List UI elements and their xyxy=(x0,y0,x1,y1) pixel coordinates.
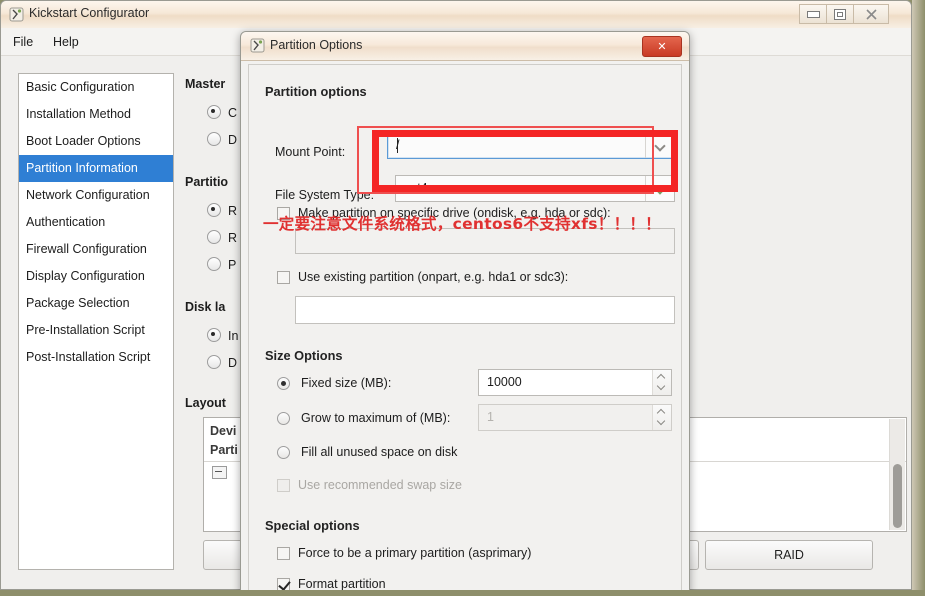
disk-option-1[interactable]: In xyxy=(207,328,238,343)
fixed-size-label: Fixed size (MB): xyxy=(301,376,392,390)
kickstart-icon xyxy=(9,7,24,22)
radio-icon xyxy=(207,132,221,146)
scrollbar-thumb[interactable] xyxy=(893,464,902,528)
stepper-up-icon[interactable] xyxy=(658,409,666,417)
fixed-size-value: 10000 xyxy=(487,375,522,389)
asprimary-checkbox[interactable] xyxy=(277,547,290,560)
minimize-icon xyxy=(800,5,826,23)
mount-point-value: / xyxy=(396,138,400,152)
grow-to-maximum-label: Grow to maximum of (MB): xyxy=(301,411,451,425)
group-heading-partition: Partitio xyxy=(185,175,229,189)
raid-button[interactable]: RAID xyxy=(705,540,873,570)
grow-to-maximum-stepper[interactable] xyxy=(652,405,671,430)
grow-to-maximum-value: 1 xyxy=(487,410,494,424)
fixed-size-radio[interactable] xyxy=(277,377,290,390)
onpart-label: Use existing partition (onpart, e.g. hda… xyxy=(298,270,569,284)
sidebar-item-network-configuration[interactable]: Network Configuration xyxy=(19,182,173,209)
close-icon xyxy=(854,5,888,23)
layout-list-scrollbar[interactable] xyxy=(889,419,905,530)
sidebar-item-post-installation-script[interactable]: Post-Installation Script xyxy=(19,344,173,371)
partition-option-3[interactable]: P xyxy=(207,257,236,272)
radio-icon xyxy=(207,355,221,369)
stepper-down-icon[interactable] xyxy=(658,383,666,391)
kickstart-icon xyxy=(250,38,265,53)
section-partition-options: Partition options xyxy=(265,84,367,99)
stepper-down-icon[interactable] xyxy=(658,418,666,426)
dialog-title: Partition Options xyxy=(270,38,363,52)
fixed-size-spinner[interactable]: 10000 xyxy=(478,369,672,396)
partition-option-2-label: R xyxy=(228,231,238,245)
chevron-down-icon xyxy=(656,184,665,193)
stepper-up-icon[interactable] xyxy=(658,374,666,382)
grow-to-maximum-radio[interactable] xyxy=(277,412,290,425)
mount-point-combo[interactable]: / xyxy=(387,132,675,159)
onpart-checkbox[interactable] xyxy=(277,271,290,284)
radio-icon xyxy=(207,203,221,217)
group-heading-layout: Layout xyxy=(185,396,226,410)
dialog-body: Partition options Mount Point: / File Sy… xyxy=(248,64,682,595)
partition-option-3-label: P xyxy=(228,258,237,272)
file-system-type-label: File System Type: xyxy=(275,188,375,202)
fixed-size-stepper[interactable] xyxy=(652,370,671,395)
partition-options-dialog: Partition Options ✕ Partition options Mo… xyxy=(240,31,690,596)
section-special-options: Special options xyxy=(265,518,360,533)
asprimary-label: Force to be a primary partition (asprima… xyxy=(298,546,532,560)
partition-option-1-label: R xyxy=(228,204,238,218)
main-titlebar: Kickstart Configurator xyxy=(1,1,911,29)
main-window-title: Kickstart Configurator xyxy=(29,6,150,20)
screen: Kickstart Configurator File Help Basic C… xyxy=(0,0,925,596)
master-option-2[interactable]: D xyxy=(207,132,237,147)
maximize-button[interactable] xyxy=(826,4,854,24)
main-close-button[interactable] xyxy=(853,4,889,24)
sidebar-item-installation-method[interactable]: Installation Method xyxy=(19,101,173,128)
file-system-type-value: ext4 xyxy=(404,181,428,195)
radio-icon xyxy=(207,328,221,342)
section-size-options: Size Options xyxy=(265,348,343,363)
minimize-button[interactable] xyxy=(799,4,827,24)
desktop-background-right xyxy=(912,0,925,596)
tree-expander-icon[interactable] xyxy=(212,466,227,479)
annotation-text: 一定要注意文件系统格式，centos6不支持xfs！！！！ xyxy=(263,215,661,233)
grow-to-maximum-spinner[interactable]: 1 xyxy=(478,404,672,431)
sidebar-item-basic-configuration[interactable]: Basic Configuration xyxy=(19,74,173,101)
mount-point-label: Mount Point: xyxy=(275,145,346,159)
disk-option-1-label: In xyxy=(228,329,239,343)
master-option-2-label: D xyxy=(228,133,238,147)
disk-option-2-label: D xyxy=(228,356,238,370)
chevron-down-icon xyxy=(656,141,665,150)
recommended-swap-checkbox xyxy=(277,479,290,492)
sidebar-item-authentication[interactable]: Authentication xyxy=(19,209,173,236)
format-partition-label: Format partition xyxy=(298,577,386,591)
sidebar-item-display-configuration[interactable]: Display Configuration xyxy=(19,263,173,290)
desktop-background-bottom xyxy=(0,590,925,596)
sidebar-item-partition-information[interactable]: Partition Information xyxy=(19,155,173,182)
group-heading-master: Master xyxy=(185,77,226,91)
partition-option-2[interactable]: R xyxy=(207,230,237,245)
recommended-swap-label: Use recommended swap size xyxy=(298,478,462,492)
sidebar-item-boot-loader-options[interactable]: Boot Loader Options xyxy=(19,128,173,155)
menu-help[interactable]: Help xyxy=(49,34,83,50)
sidebar-item-pre-installation-script[interactable]: Pre-Installation Script xyxy=(19,317,173,344)
group-heading-disk-label: Disk la xyxy=(185,300,226,314)
file-system-type-combo[interactable]: ext4 xyxy=(395,175,675,202)
mount-point-dropdown-button[interactable] xyxy=(645,133,674,158)
master-option-1[interactable]: C xyxy=(207,105,237,120)
fill-all-unused-label: Fill all unused space on disk xyxy=(301,445,458,459)
dialog-titlebar: Partition Options ✕ xyxy=(241,32,689,61)
dialog-close-button[interactable]: ✕ xyxy=(642,36,682,57)
file-system-type-dropdown-button[interactable] xyxy=(645,176,674,201)
radio-icon xyxy=(207,230,221,244)
master-option-1-label: C xyxy=(228,106,238,120)
onpart-input[interactable] xyxy=(295,296,675,324)
sidebar-item-package-selection[interactable]: Package Selection xyxy=(19,290,173,317)
sidebar-item-firewall-configuration[interactable]: Firewall Configuration xyxy=(19,236,173,263)
partition-option-1[interactable]: R xyxy=(207,203,237,218)
radio-icon xyxy=(207,105,221,119)
fill-all-unused-radio[interactable] xyxy=(277,446,290,459)
sidebar[interactable]: Basic Configuration Installation Method … xyxy=(18,73,174,570)
disk-option-2[interactable]: D xyxy=(207,355,237,370)
maximize-icon xyxy=(827,5,853,23)
menu-file[interactable]: File xyxy=(9,34,37,50)
radio-icon xyxy=(207,257,221,271)
